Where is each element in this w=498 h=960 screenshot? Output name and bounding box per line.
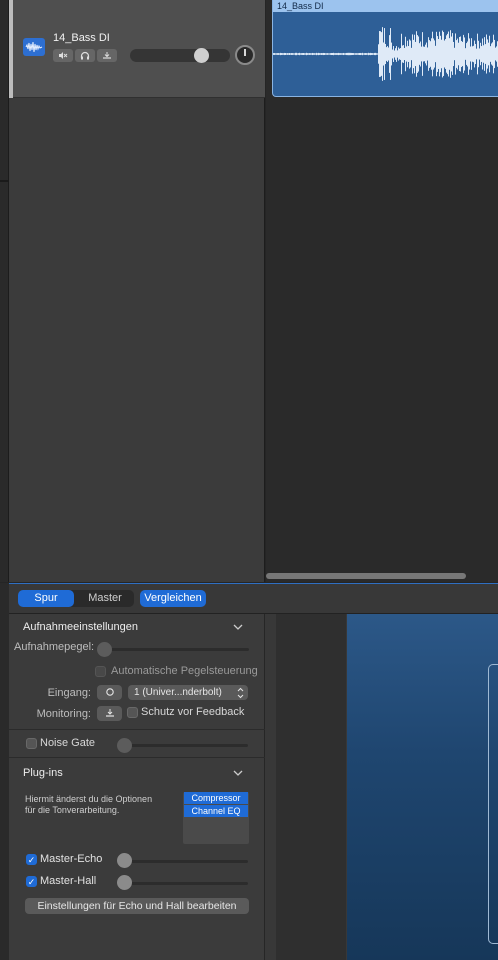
- track-name[interactable]: 14_Bass DI: [53, 32, 110, 44]
- chevron-down-icon[interactable]: [233, 766, 243, 780]
- track-header[interactable]: 14_Bass DI: [9, 0, 265, 98]
- record-level-knob[interactable]: [97, 642, 112, 657]
- monitoring-button[interactable]: [97, 706, 122, 721]
- recording-settings-title: Aufnahmeeinstellungen: [23, 621, 138, 633]
- feedback-protection-label: Schutz vor Feedback: [141, 706, 245, 718]
- plugins-title: Plug-ins: [23, 767, 63, 779]
- master-hall-label: Master-Hall: [40, 875, 97, 887]
- auto-level-label: Automatische Pegelsteuerung: [111, 665, 258, 677]
- audio-region[interactable]: 14_Bass DI: [272, 0, 498, 97]
- tab-spur[interactable]: Spur: [18, 590, 74, 607]
- monitoring-label: Monitoring:: [36, 708, 91, 720]
- solo-button[interactable]: [75, 49, 95, 62]
- left-edge-strip: [0, 0, 9, 582]
- section-divider: [9, 729, 265, 730]
- headphones-icon: [80, 51, 90, 62]
- input-monitor-button[interactable]: [97, 49, 117, 62]
- plugin-visual-area[interactable]: [347, 614, 498, 960]
- arrange-area[interactable]: 14_Bass DI: [266, 0, 498, 582]
- settings-column: Aufnahmeeinstellungen Aufnahmepegel: Aut…: [9, 614, 265, 960]
- view-segmented-control: Spur Master: [18, 590, 134, 607]
- waveform-icon: [23, 38, 45, 56]
- plugin-channel-eq[interactable]: Channel EQ: [184, 805, 248, 817]
- mono-input-icon: [105, 688, 115, 700]
- input-format-button[interactable]: [97, 685, 122, 700]
- master-echo-checkbox[interactable]: ✓: [26, 854, 37, 865]
- visual-frame: [488, 664, 498, 944]
- master-echo-knob[interactable]: [117, 853, 132, 868]
- noise-gate-knob[interactable]: [117, 738, 132, 753]
- record-level-track: [104, 648, 249, 651]
- speaker-mute-icon: [58, 52, 68, 62]
- pan-knob[interactable]: [235, 45, 255, 65]
- master-echo-track: [124, 860, 248, 863]
- master-hall-knob[interactable]: [117, 875, 132, 890]
- master-hall-checkbox[interactable]: ✓: [26, 876, 37, 887]
- input-monitor-icon: [102, 52, 112, 62]
- region-waveform: [273, 27, 498, 81]
- plugin-list: Compressor Channel EQ: [183, 792, 249, 844]
- feedback-protection-checkbox[interactable]: [127, 707, 138, 718]
- strip-marker: [0, 180, 9, 182]
- horizontal-scrollbar[interactable]: [266, 573, 466, 579]
- record-level-label: Aufnahmepegel:: [14, 641, 95, 653]
- noise-gate-label: Noise Gate: [40, 737, 96, 749]
- plugin-compressor[interactable]: Compressor: [184, 792, 248, 804]
- volume-slider-knob[interactable]: [194, 48, 209, 63]
- panel-left-strip: [0, 583, 9, 960]
- noise-gate-checkbox[interactable]: [26, 738, 37, 749]
- master-hall-track: [124, 882, 248, 885]
- input-monitor-icon: [105, 709, 115, 721]
- input-label: Eingang:: [47, 687, 91, 699]
- pan-indicator: [244, 49, 246, 56]
- tab-master[interactable]: Master: [76, 590, 134, 607]
- track-list: 14_Bass DI: [9, 0, 265, 582]
- smart-controls-panel: Spur Master Vergleichen Aufnahmeeinstell…: [9, 583, 498, 960]
- compare-button[interactable]: Vergleichen: [140, 590, 206, 607]
- noise-gate-track: [124, 744, 248, 747]
- input-select-value: 1 (Univer...nderbolt): [134, 687, 222, 698]
- chevron-updown-icon: [237, 685, 244, 704]
- smart-controls-sidebar: [276, 614, 346, 960]
- auto-level-checkbox[interactable]: [95, 666, 106, 677]
- track-selection-bar: [9, 0, 13, 98]
- mute-button[interactable]: [53, 49, 73, 62]
- section-divider: [9, 757, 265, 758]
- volume-slider[interactable]: [130, 49, 230, 62]
- plugins-hint: Hiermit änderst du die Optionen für die …: [25, 794, 153, 815]
- edit-echo-hall-button[interactable]: Einstellungen für Echo und Hall bearbeit…: [25, 898, 249, 914]
- input-select[interactable]: 1 (Univer...nderbolt): [128, 685, 248, 700]
- chevron-down-icon[interactable]: [233, 620, 243, 634]
- region-name: 14_Bass DI: [273, 0, 498, 12]
- master-echo-label: Master-Echo: [40, 853, 103, 865]
